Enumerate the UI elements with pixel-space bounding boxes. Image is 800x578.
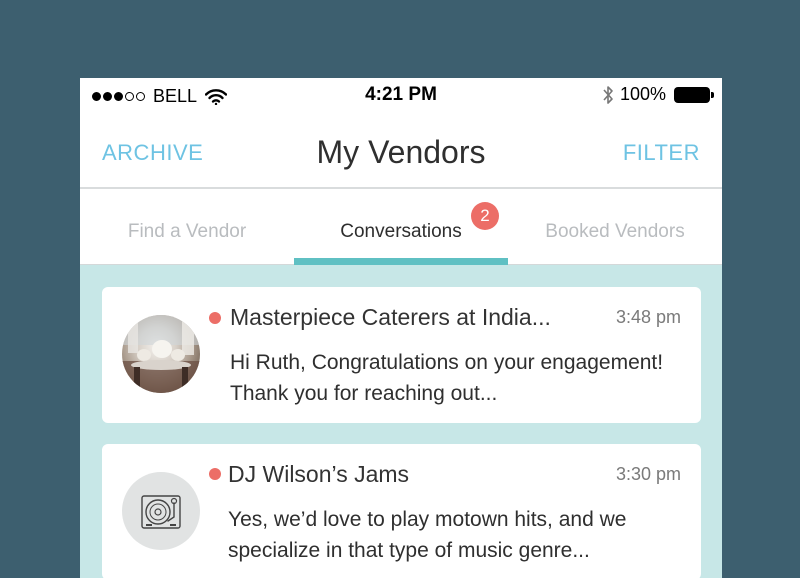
conversation-list: Masterpiece Caterers at India... 3:48 pm… <box>80 265 722 578</box>
tab-booked-vendors[interactable]: Booked Vendors <box>508 189 722 265</box>
vendor-name: DJ Wilson’s Jams <box>228 461 410 487</box>
turntable-icon <box>141 495 181 529</box>
tab-conversations[interactable]: Conversations 2 <box>294 189 508 266</box>
battery-icon <box>674 86 714 103</box>
filter-button[interactable]: FILTER <box>623 140 700 166</box>
navigation-bar: ARCHIVE My Vendors FILTER <box>80 112 722 189</box>
conversation-item[interactable]: DJ Wilson’s Jams 3:30 pm Yes, we’d love … <box>102 444 701 578</box>
conversation-item[interactable]: Masterpiece Caterers at India... 3:48 pm… <box>102 287 701 423</box>
vendor-avatar-photo <box>122 315 200 393</box>
tab-find-a-vendor[interactable]: Find a Vendor <box>80 189 294 265</box>
tab-label: Find a Vendor <box>127 221 247 242</box>
status-bar: BELL 4:21 PM 100% <box>80 78 722 112</box>
venue-photo-image <box>122 315 200 393</box>
message-time: 3:30 pm <box>615 464 681 484</box>
phone-screen: BELL 4:21 PM 100% ARCHIVE My Vendors FIL… <box>80 78 722 578</box>
tab-label: Booked Vendors <box>545 221 685 242</box>
status-bar-right: 100% <box>602 84 714 105</box>
vendor-avatar <box>122 472 200 550</box>
unread-indicator <box>209 468 221 480</box>
vendor-name: Masterpiece Caterers at India... <box>230 304 551 330</box>
message-time: 3:48 pm <box>615 307 681 327</box>
message-preview: Hi Ruth, Congratulations on your engagem… <box>230 351 664 405</box>
tab-bar: Find a Vendor Conversations 2 Booked Ven… <box>80 189 722 266</box>
battery-percent: 100% <box>619 84 666 104</box>
message-preview: Yes, we’d love to play motown hits, and … <box>228 508 627 562</box>
unread-indicator <box>209 312 221 324</box>
bluetooth-icon <box>603 85 613 104</box>
unread-count-badge: 2 <box>471 202 499 230</box>
